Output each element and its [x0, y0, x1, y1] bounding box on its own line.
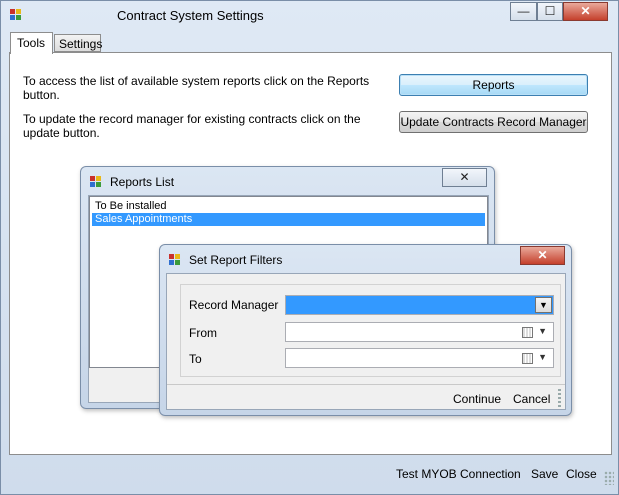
chevron-down-icon[interactable]: ▼ — [538, 352, 547, 362]
reports-button[interactable]: Reports — [399, 74, 588, 96]
save-button[interactable]: Save — [531, 467, 558, 481]
maximize-button[interactable]: ☐ — [537, 2, 563, 21]
grip-icon — [558, 389, 561, 407]
continue-button[interactable]: Continue — [453, 392, 501, 406]
tab-settings[interactable]: Settings — [54, 34, 103, 52]
chevron-down-icon[interactable]: ▼ — [535, 297, 552, 313]
size-grip-icon[interactable] — [604, 471, 614, 485]
minimize-button[interactable]: — — [510, 2, 537, 21]
record-manager-combobox[interactable]: ▼ — [285, 295, 554, 315]
minimize-icon: — — [517, 4, 530, 18]
status-bar: Test MYOB Connection Save Close — [1, 459, 618, 494]
update-description-line1: To update the record manager for existin… — [23, 112, 361, 126]
update-description-line2: update button. — [23, 126, 100, 140]
close-status-button[interactable]: Close — [566, 467, 597, 481]
list-item-selected[interactable]: Sales Appointments — [92, 213, 485, 226]
maximize-icon: ☐ — [544, 4, 556, 18]
set-report-filters-window: Set Report Filters ✕ Record Manager ▼ Fr… — [159, 244, 572, 416]
reports-list-icon — [90, 176, 102, 188]
tab-tools-label: Tools — [17, 36, 46, 50]
to-label: To — [189, 352, 202, 366]
tab-settings-label: Settings — [59, 37, 103, 51]
list-item[interactable]: To Be installed — [92, 200, 485, 213]
tab-tools[interactable]: Tools — [10, 32, 53, 54]
close-icon: ✕ — [459, 170, 470, 184]
to-date-picker[interactable]: ▼ — [285, 348, 554, 368]
record-manager-label: Record Manager — [189, 298, 279, 312]
from-date-picker[interactable]: ▼ — [285, 322, 554, 342]
report-filters-title: Set Report Filters — [189, 253, 283, 267]
divider — [167, 384, 565, 385]
report-filters-icon — [169, 254, 181, 266]
update-contracts-record-manager-button[interactable]: Update Contracts Record Manager — [399, 111, 588, 133]
main-window: Contract System Settings — ☐ ✕ Tools Set… — [0, 0, 619, 495]
close-icon: ✕ — [580, 4, 591, 18]
chevron-down-icon[interactable]: ▼ — [538, 326, 547, 336]
reports-list-title: Reports List — [110, 175, 175, 189]
test-myob-connection-button[interactable]: Test MYOB Connection — [396, 467, 521, 481]
window-title: Contract System Settings — [117, 8, 264, 23]
app-icon — [10, 9, 22, 21]
close-icon: ✕ — [537, 248, 548, 262]
cancel-button[interactable]: Cancel — [513, 392, 550, 406]
calendar-icon[interactable] — [522, 353, 533, 364]
from-label: From — [189, 326, 217, 340]
calendar-icon[interactable] — [522, 327, 533, 338]
reports-description: To access the list of available system r… — [23, 74, 370, 102]
close-button[interactable]: ✕ — [563, 2, 608, 21]
update-description: To update the record manager for existin… — [23, 112, 393, 140]
reports-list-close-button[interactable]: ✕ — [442, 168, 487, 187]
report-filters-close-button[interactable]: ✕ — [520, 246, 565, 265]
report-filters-client: Record Manager ▼ From ▼ To ▼ Continue Ca… — [166, 273, 566, 410]
